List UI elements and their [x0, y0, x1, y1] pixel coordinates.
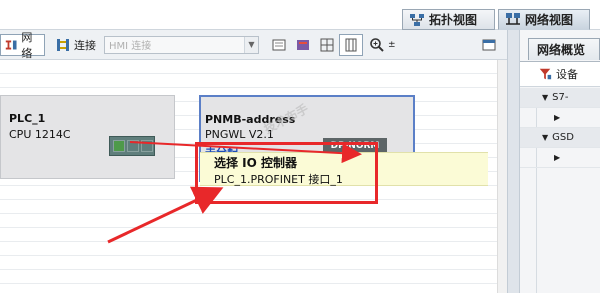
column-device: 设备 — [556, 68, 578, 81]
network-icon — [506, 12, 520, 25]
chevron-down-icon[interactable]: ▼ — [244, 36, 258, 53]
network-mode-label: 网络 — [21, 30, 33, 60]
page-layout-icon — [345, 38, 357, 51]
table-row[interactable]: ▶ — [520, 108, 600, 128]
tab-topology-label: 拓扑视图 — [429, 13, 478, 27]
device-list-button[interactable] — [291, 34, 315, 56]
panel-toggle-button[interactable] — [477, 34, 501, 56]
collapse-icon[interactable]: ▼ — [542, 93, 548, 102]
device-list-icon — [297, 39, 309, 50]
row-label: GSD — [552, 132, 574, 143]
network-overview-label: 网络概览 — [537, 43, 586, 57]
port-status-icon — [113, 140, 125, 152]
panel-toggle-icon — [482, 39, 496, 50]
highlight-box — [195, 142, 378, 204]
table-row[interactable]: ▶ — [520, 148, 600, 168]
port-slot — [127, 140, 139, 152]
row-label: S7- — [552, 92, 569, 103]
tab-network-view[interactable]: 网络视图 — [498, 9, 590, 30]
device-name: PLC_1 — [9, 112, 46, 125]
device-type: PNGWL V2.1 — [205, 128, 274, 141]
device-plc-1[interactable]: PLC_1 CPU 1214C — [0, 95, 175, 179]
zoom-button[interactable]: ± — [365, 34, 400, 56]
device-type: CPU 1214C — [9, 128, 71, 141]
connection-type-select[interactable]: HMI 连接 ▼ — [104, 35, 259, 54]
zoom-dropdown-icon: ± — [388, 39, 396, 50]
profinet-port[interactable] — [109, 136, 155, 156]
collapse-icon[interactable]: ▼ — [542, 133, 548, 142]
expand-icon[interactable]: ▶ — [554, 113, 560, 122]
io-address-icon — [272, 39, 286, 50]
network-mode-button[interactable]: 网络 — [0, 31, 45, 60]
filter-icon[interactable] — [538, 67, 552, 81]
grid-icon — [320, 38, 334, 51]
connections-mode-icon — [57, 38, 69, 51]
tab-network-label: 网络视图 — [525, 13, 574, 27]
network-overview-panel: 网络概览 设备 ▼ S7- ▶ ▼ GSD ▶ — [520, 30, 600, 293]
io-address-button[interactable] — [267, 34, 291, 56]
connections-mode-button[interactable]: 连接 — [51, 34, 100, 56]
network-toolbar: 网络 连接 HMI 连接 ▼ ± — [0, 30, 507, 60]
grid-button[interactable] — [315, 34, 339, 56]
network-mode-icon — [5, 40, 17, 49]
expand-icon[interactable]: ▶ — [554, 153, 560, 162]
connection-type-value: HMI 连接 — [109, 41, 152, 52]
tab-topology-view[interactable]: 拓扑视图 — [402, 9, 495, 30]
table-row[interactable]: ▼ GSD — [520, 128, 600, 148]
tab-network-overview[interactable]: 网络概览 — [528, 38, 600, 60]
view-switcher-bar: 拓扑视图 网络视图 — [0, 0, 600, 30]
topology-icon — [410, 13, 424, 26]
canvas-scrollbar[interactable] — [497, 60, 507, 293]
network-canvas[interactable]: PLC_1 CPU 1214C PNMB-address PNGWL V2.1 … — [0, 60, 497, 293]
page-break-button[interactable] — [339, 33, 363, 56]
table-row[interactable]: ▼ S7- — [520, 88, 600, 108]
panel-splitter[interactable] — [507, 30, 520, 293]
port-slot — [141, 140, 153, 152]
connections-mode-label: 连接 — [74, 38, 96, 52]
overview-table-header: 设备 — [520, 61, 600, 87]
zoom-icon — [370, 37, 384, 52]
